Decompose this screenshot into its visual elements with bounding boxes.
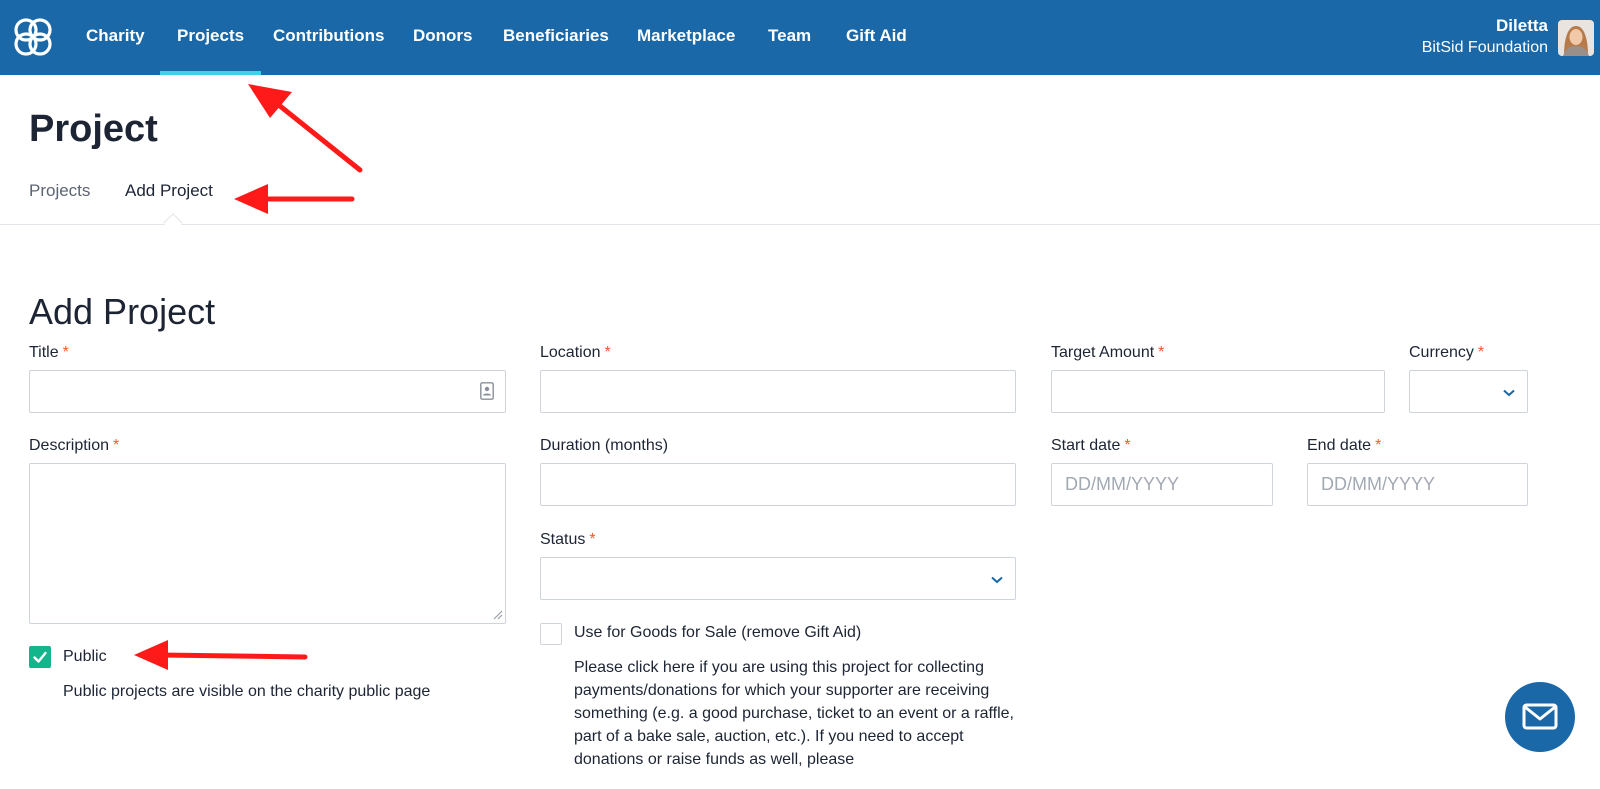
goods-for-sale-label[interactable]: Use for Goods for Sale (remove Gift Aid): [574, 624, 861, 642]
public-help-text: Public projects are visible on the chari…: [63, 683, 431, 700]
end-date-label: End date *: [1307, 437, 1382, 454]
arrow-to-projects-tab: [248, 84, 363, 173]
section-title: Add Project: [29, 291, 216, 332]
nav-projects[interactable]: Projects: [159, 0, 262, 75]
user-organization[interactable]: BitSid Foundation: [1422, 39, 1548, 57]
start-date-label: Start date *: [1051, 437, 1131, 454]
target-amount-label: Target Amount *: [1051, 344, 1165, 361]
goods-for-sale-help-text: Please click here if you are using this …: [574, 659, 1014, 768]
nav-contributions[interactable]: Contributions: [273, 0, 384, 75]
nav-gift-aid[interactable]: Gift Aid: [846, 0, 907, 75]
resize-grip-icon[interactable]: [491, 608, 503, 620]
check-icon: [33, 651, 47, 663]
avatar[interactable]: [1558, 20, 1594, 56]
status-select[interactable]: [540, 557, 1016, 600]
subnav-add-project[interactable]: Add Project: [125, 181, 213, 201]
target-amount-input[interactable]: [1051, 370, 1385, 413]
currency-label: Currency *: [1409, 344, 1485, 361]
top-navbar: Charity Projects Contributions Donors Be…: [0, 0, 1600, 75]
title-label: Title *: [29, 344, 69, 361]
subnav-divider: [0, 224, 1600, 225]
id-card-icon[interactable]: [480, 382, 494, 400]
arrow-to-add-project-tab: [234, 184, 355, 214]
nav-beneficiaries[interactable]: Beneficiaries: [503, 0, 609, 75]
location-input[interactable]: [540, 370, 1016, 413]
charity-logo-icon[interactable]: [12, 16, 54, 58]
contact-chat-button[interactable]: [1505, 682, 1575, 752]
subnav-projects[interactable]: Projects: [29, 181, 90, 201]
nav-team[interactable]: Team: [768, 0, 811, 75]
start-date-input[interactable]: [1051, 463, 1273, 506]
location-label: Location *: [540, 344, 611, 361]
title-input[interactable]: [29, 370, 506, 413]
public-checkbox[interactable]: [29, 646, 51, 668]
nav-charity[interactable]: Charity: [86, 0, 145, 75]
subnav-active-caret: [163, 213, 183, 233]
goods-for-sale-checkbox[interactable]: [540, 623, 562, 645]
chevron-down-icon: [1503, 389, 1515, 397]
page-title: Project: [29, 108, 158, 150]
chevron-down-icon: [991, 576, 1003, 584]
end-date-input[interactable]: [1307, 463, 1528, 506]
description-label: Description *: [29, 437, 120, 454]
nav-marketplace[interactable]: Marketplace: [637, 0, 735, 75]
duration-input[interactable]: [540, 463, 1016, 506]
mail-icon: [1522, 703, 1558, 730]
duration-label: Duration (months): [540, 437, 669, 454]
public-checkbox-label[interactable]: Public: [63, 648, 107, 666]
description-textarea[interactable]: [29, 463, 506, 624]
status-label: Status *: [540, 531, 596, 548]
nav-donors[interactable]: Donors: [413, 0, 473, 75]
arrow-to-public-checkbox: [134, 640, 308, 670]
user-name[interactable]: Diletta: [1496, 16, 1548, 36]
